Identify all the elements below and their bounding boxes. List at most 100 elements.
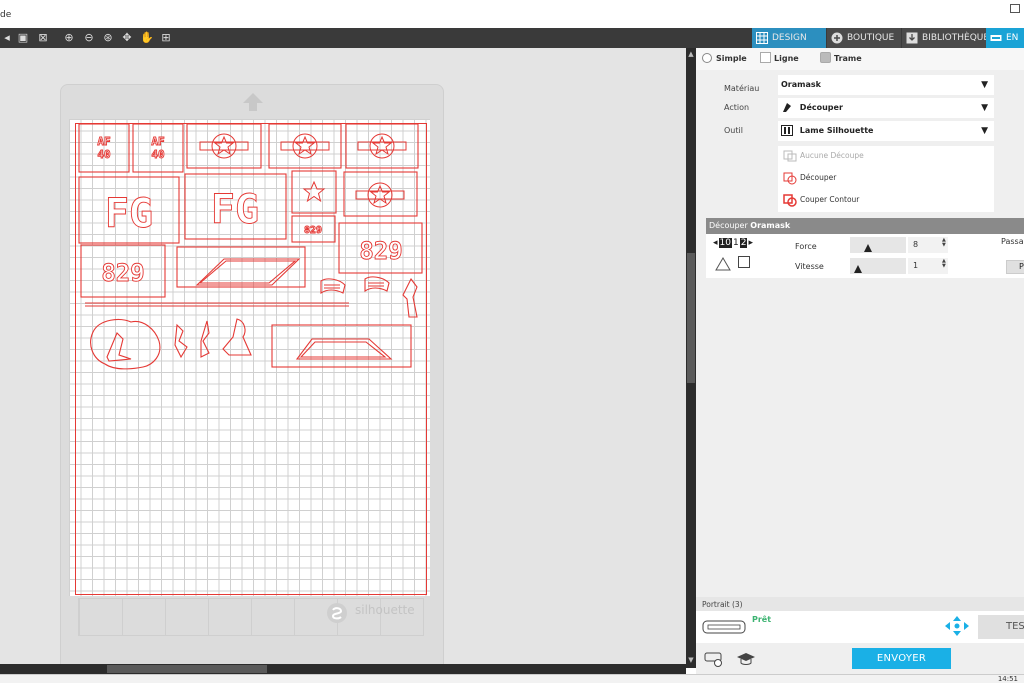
roundel-decal	[345, 123, 419, 169]
flag-decal	[364, 276, 390, 293]
pinup-silhouette	[90, 318, 161, 370]
tab-label: DESIGN	[772, 33, 807, 43]
taskbar: 14:51	[0, 674, 1024, 683]
option-cut[interactable]: Découper	[782, 171, 836, 185]
grid-icon	[756, 32, 768, 44]
test-button[interactable]: TES	[978, 615, 1024, 639]
slider-knob[interactable]	[854, 265, 863, 273]
tool-select[interactable]: Lame Silhouette ▼	[778, 121, 994, 141]
move-view-icon[interactable]: ✥	[120, 31, 134, 45]
dropdown-arrow-icon: ▼	[981, 126, 988, 136]
silhouette-logo-icon	[327, 603, 347, 623]
design-artwork[interactable]: AF 40 AF 40 FG FG 829 829 829	[69, 119, 430, 596]
fill-mode-icon	[820, 52, 831, 63]
action-label: Action	[724, 103, 750, 112]
scroll-down-icon[interactable]: ▼	[687, 656, 695, 664]
move-arrows-icon[interactable]	[944, 615, 970, 637]
tutorial-cap-icon[interactable]	[736, 651, 756, 667]
dropdown-arrow-icon: ▼	[981, 80, 988, 90]
tool-icon	[781, 125, 793, 136]
n829-label: 829	[101, 259, 144, 287]
zoom-select-icon[interactable]: ⊛	[101, 31, 115, 45]
library-icon	[906, 32, 918, 44]
speed-slider[interactable]	[850, 258, 906, 274]
roundel-decal	[343, 171, 418, 217]
action-select[interactable]: Découper ▼	[778, 98, 994, 118]
feed-direction-arrow-icon	[243, 93, 263, 111]
tab-label: EN	[1006, 33, 1019, 43]
silhouette-studio-window: de ◂ ▣ ⊠ ⊕ ⊖ ⊛ ✥ ✋ ⊞ DESIGN BOUTIQUE BIB…	[0, 0, 1024, 683]
seated-figure-silhouette	[222, 318, 252, 356]
arrow-icon[interactable]: ◂	[0, 31, 14, 45]
pan-hand-icon[interactable]: ✋	[140, 31, 154, 45]
n829-label: 829	[304, 225, 322, 236]
slider-knob[interactable]	[864, 244, 872, 252]
device-name: Portrait (3)	[702, 600, 743, 609]
tab-envoyer[interactable]: EN	[986, 28, 1024, 48]
clock: 14:51	[997, 675, 1018, 683]
roundel-star	[280, 133, 330, 159]
stripe-decal	[176, 246, 306, 288]
cutter-settings-icon[interactable]	[704, 651, 724, 667]
zoom-out-icon[interactable]: ⊖	[82, 31, 96, 45]
fit-page-icon[interactable]: ⊞	[159, 31, 173, 45]
tab-label: BOUTIQUE	[847, 33, 895, 43]
send-panel: Simple Ligne Trame Matériau Oramask ▼ Ac…	[696, 48, 1024, 674]
blade-right-arrow-icon[interactable]: ▸	[747, 238, 754, 248]
star-decal	[291, 170, 337, 214]
dropdown-arrow-icon: ▼	[981, 103, 988, 113]
tab-bibliotheque[interactable]: BIBLIOTHÈQUE	[902, 28, 990, 48]
option-no-cut[interactable]: Aucune Découpe	[782, 149, 864, 163]
vertical-scrollbar[interactable]: ▲ ▼	[686, 48, 696, 668]
zoom-in-icon[interactable]: ⊕	[62, 31, 76, 45]
roundel-decal	[268, 123, 342, 169]
option-cut-edge[interactable]: Couper Contour	[782, 193, 859, 207]
standing-figure-silhouette	[402, 277, 418, 318]
horizontal-scrollbar[interactable]	[0, 664, 686, 674]
cut-icon	[783, 172, 797, 185]
line-mode-icon	[760, 52, 771, 63]
force-slider[interactable]	[850, 237, 906, 253]
n829-label: 829	[359, 237, 402, 265]
material-select[interactable]: Oramask ▼	[778, 75, 994, 95]
force-label: Force	[795, 242, 817, 251]
speed-label: Vitesse	[795, 262, 824, 271]
af-label: 40	[97, 148, 110, 161]
design-canvas[interactable]: AF 40 AF 40 FG FG 829 829 829 silhouette	[0, 48, 686, 674]
scroll-up-icon[interactable]: ▲	[687, 50, 695, 58]
force-spinner-icon[interactable]: ▲ ▼	[942, 238, 946, 248]
blade-triangle-icon	[715, 257, 731, 271]
window-title: de	[0, 10, 12, 20]
mode-ligne[interactable]: Ligne	[760, 52, 799, 63]
af-label: AF	[151, 135, 164, 148]
mode-trame[interactable]: Trame	[820, 52, 862, 63]
roundel-star	[355, 182, 405, 208]
deselect-icon[interactable]: ⊠	[36, 31, 50, 45]
roundel-decal	[186, 123, 262, 169]
cut-settings-header: Découper Oramask	[706, 218, 1024, 234]
cutter-device-icon[interactable]	[702, 617, 746, 635]
stripe-decal	[271, 324, 412, 368]
fg-label: FG	[211, 187, 259, 233]
af-label: 40	[151, 148, 164, 161]
select-all-icon[interactable]: ▣	[16, 31, 30, 45]
roundel-star	[357, 133, 407, 159]
passes-button[interactable]: P	[1006, 260, 1024, 274]
dancer-silhouette	[174, 323, 188, 359]
blade-depth-selector[interactable]: ◂ 10 1 2 ▸	[712, 238, 754, 250]
dancer-silhouette	[200, 320, 210, 358]
af-label: AF	[97, 135, 110, 148]
tab-label: BIBLIOTHÈQUE	[922, 33, 990, 43]
mode-simple[interactable]: Simple	[702, 53, 747, 63]
device-ready-status: Prêt	[752, 615, 772, 624]
send-button[interactable]: ENVOYER	[852, 648, 951, 669]
horizontal-scroll-thumb[interactable]	[107, 665, 267, 673]
star-shape	[302, 180, 326, 203]
vertical-scroll-thumb[interactable]	[687, 253, 695, 383]
tab-design[interactable]: DESIGN	[752, 28, 826, 48]
tab-boutique[interactable]: BOUTIQUE	[827, 28, 901, 48]
restore-window-icon[interactable]	[1010, 4, 1020, 13]
blade-icon	[783, 103, 791, 112]
mode-selector: Simple Ligne Trame	[696, 48, 1024, 70]
speed-spinner-icon[interactable]: ▲ ▼	[942, 259, 946, 269]
